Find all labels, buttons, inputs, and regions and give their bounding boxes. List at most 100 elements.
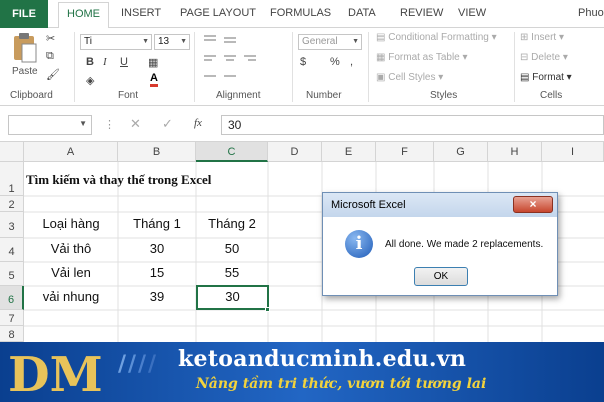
active-cell[interactable]: 30 (196, 285, 269, 310)
decorative-slash: / (128, 352, 137, 377)
chevron-down-icon: ▼ (352, 38, 359, 45)
italic-button[interactable]: I (103, 56, 107, 68)
font-name-box[interactable]: Ti ▼ (80, 34, 152, 50)
chevron-down-icon: ▼ (180, 38, 187, 45)
column-header-c[interactable]: C (196, 142, 268, 162)
enter-icon[interactable]: ✓ (162, 116, 173, 132)
row-header-6[interactable]: 6 (0, 286, 24, 310)
table-cell[interactable]: 39 (118, 286, 196, 310)
column-header-e[interactable]: E (322, 142, 376, 162)
styles-group-label: Styles (430, 90, 458, 101)
select-all-corner[interactable] (0, 142, 24, 162)
cell-styles-button[interactable]: ▣ Cell Styles ▾ (376, 72, 443, 83)
header-cell[interactable]: Loại hàng (24, 214, 118, 238)
name-box[interactable]: ▼ (8, 115, 92, 135)
number-format-box[interactable]: General ▼ (298, 34, 362, 50)
tab-formulas[interactable]: FORMULAS (270, 7, 331, 19)
table-cell[interactable]: 50 (196, 238, 268, 262)
alignment-group-label: Alignment (216, 90, 261, 101)
column-header-a[interactable]: A (24, 142, 118, 162)
row-header-7[interactable]: 7 (0, 310, 24, 326)
ribbon-tab-bar: FILE HOME INSERT PAGE LAYOUT FORMULAS DA… (0, 0, 604, 29)
ok-button[interactable]: OK (414, 267, 468, 286)
watermark-banner: DM / / / / ketoanducminh.edu.vn Nâng tầm… (0, 342, 604, 402)
tab-file[interactable]: FILE (0, 0, 48, 28)
currency-icon[interactable]: $ (300, 56, 306, 68)
column-header-i[interactable]: I (542, 142, 604, 162)
borders-icon[interactable]: ▦ (148, 56, 158, 69)
header-cell[interactable]: Tháng 2 (196, 214, 268, 238)
column-header-d[interactable]: D (268, 142, 322, 162)
formula-input[interactable]: 30 (221, 115, 604, 135)
tab-insert[interactable]: INSERT (121, 7, 161, 19)
sheet-title-cell[interactable]: Tìm kiếm và thay thế trong Excel (26, 172, 286, 192)
number-group-label: Number (306, 90, 342, 101)
message-dialog: Microsoft Excel × i All done. We made 2 … (322, 192, 558, 296)
insert-function-button[interactable]: fx (194, 117, 202, 129)
decorative-slash: / (148, 352, 157, 377)
logo-letters: DM (8, 347, 103, 399)
table-cell[interactable]: 15 (118, 262, 196, 286)
chevron-down-icon: ▼ (142, 38, 149, 45)
tab-page-layout[interactable]: PAGE LAYOUT (180, 7, 256, 19)
tab-home[interactable]: HOME (58, 2, 109, 29)
table-cell[interactable]: Vải thô (24, 238, 118, 262)
alignment-icons[interactable] (202, 34, 282, 84)
column-header-h[interactable]: H (488, 142, 542, 162)
fill-color-icon[interactable]: ◈ (86, 74, 94, 87)
font-size-box[interactable]: 13 ▼ (154, 34, 190, 50)
bold-button[interactable]: B (86, 56, 94, 68)
divider (292, 32, 293, 102)
tab-view[interactable]: VIEW (458, 7, 486, 19)
fill-handle[interactable] (265, 307, 270, 312)
copy-icon[interactable]: ⧉ (46, 50, 54, 63)
paste-icon[interactable] (10, 32, 40, 64)
tab-data[interactable]: DATA (348, 7, 376, 19)
close-button[interactable]: × (513, 196, 553, 213)
row-header-3[interactable]: 3 (0, 212, 24, 238)
ribbon: Paste ✂ ⧉ 🖌 Clipboard Ti ▼ 13 ▼ B I U ▦ ◈ … (0, 28, 604, 106)
row-header-1[interactable]: 1 (0, 162, 24, 196)
cut-icon[interactable]: ✂ (46, 32, 55, 45)
percent-button[interactable]: % (330, 56, 340, 68)
table-cell[interactable]: 30 (118, 238, 196, 262)
format-label: Format (532, 72, 564, 83)
format-painter-icon[interactable]: 🖌 (46, 68, 60, 81)
column-header-f[interactable]: F (376, 142, 434, 162)
table-cell[interactable]: 55 (196, 262, 268, 286)
cell-styles-label: Cell Styles (388, 72, 436, 83)
font-color-icon[interactable]: A (150, 72, 158, 87)
row-header-8[interactable]: 8 (0, 326, 24, 342)
insert-label: Insert (531, 32, 557, 43)
format-as-table-button[interactable]: ▦ Format as Table ▾ (376, 52, 468, 63)
row-header-2[interactable]: 2 (0, 196, 24, 212)
clipboard-group-label: Clipboard (10, 90, 53, 101)
cancel-icon[interactable]: ✕ (130, 116, 141, 132)
site-name: ketoanducminh.edu.vn (178, 346, 467, 372)
insert-cells-button[interactable]: ⊞ Insert ▾ (520, 32, 564, 43)
user-name[interactable]: Phuo (578, 7, 604, 19)
row-header-4[interactable]: 4 (0, 238, 24, 262)
header-cell[interactable]: Tháng 1 (118, 214, 196, 238)
info-icon: i (345, 230, 373, 258)
slogan: Nâng tầm tri thức, vươn tới tương lai (196, 376, 487, 392)
delete-cells-button[interactable]: ⊟ Delete ▾ (520, 52, 568, 63)
underline-button[interactable]: U (120, 56, 128, 68)
row-header-5[interactable]: 5 (0, 262, 24, 286)
dialog-titlebar: Microsoft Excel × (323, 193, 557, 217)
dialog-message: All done. We made 2 replacements. (385, 239, 544, 250)
column-header-b[interactable]: B (118, 142, 196, 162)
font-group-label: Font (118, 90, 139, 101)
format-cells-button[interactable]: ▤ Format ▾ (520, 72, 572, 83)
comma-button[interactable]: , (350, 56, 353, 68)
conditional-formatting-button[interactable]: ▤ Conditional Formatting ▾ (376, 32, 497, 43)
cells-group-label: Cells (540, 90, 563, 101)
paste-label[interactable]: Paste (12, 66, 38, 77)
more-options-icon[interactable]: ⋮ (104, 118, 115, 131)
tab-review[interactable]: REVIEW (400, 7, 443, 19)
font-size-value: 13 (158, 36, 170, 47)
table-cell[interactable]: Vải len (24, 262, 118, 286)
conditional-formatting-label: Conditional Formatting (388, 32, 489, 43)
table-cell[interactable]: vải nhung (24, 286, 118, 310)
column-header-g[interactable]: G (434, 142, 488, 162)
